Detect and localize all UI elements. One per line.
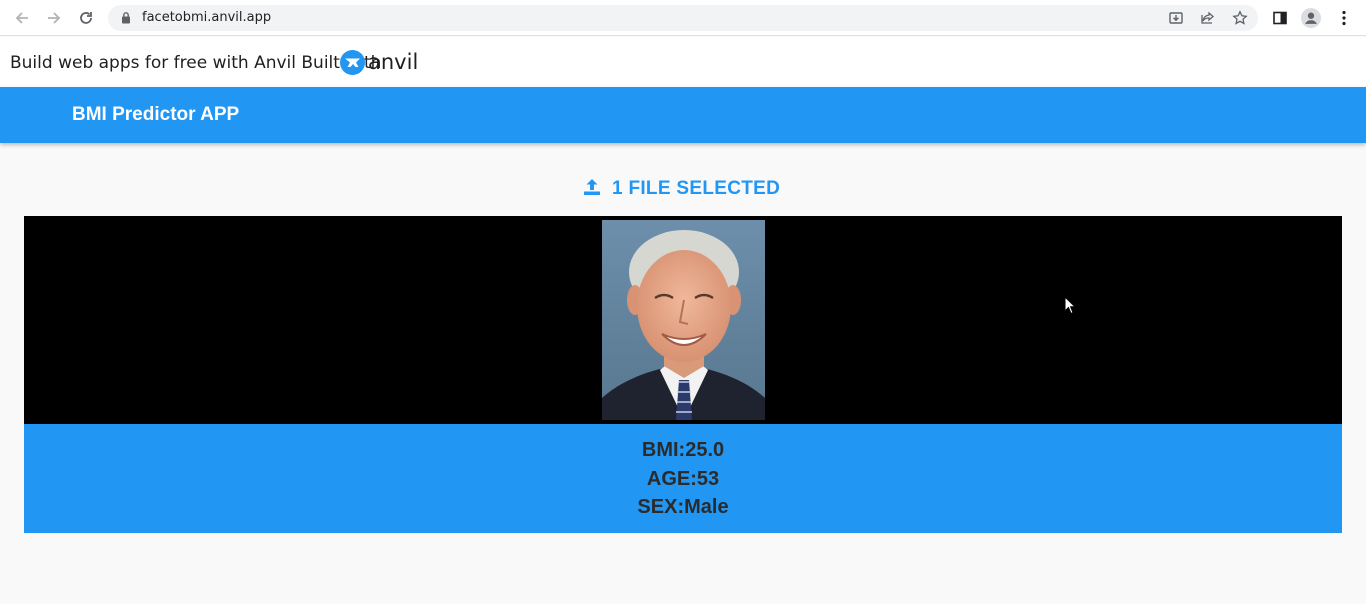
uploaded-face-photo [602,220,765,420]
browser-toolbar: facetobmi.anvil.app [0,0,1366,36]
app-title: BMI Predictor APP [72,104,240,125]
upload-label: 1 FILE SELECTED [612,178,781,199]
install-icon[interactable] [1168,10,1184,26]
url-text[interactable]: facetobmi.anvil.app [142,10,271,25]
share-icon[interactable] [1200,10,1216,26]
lock-icon[interactable] [121,11,131,29]
upload-icon [582,177,602,202]
anvil-banner[interactable]: Build web apps for free with Anvil Built… [0,37,1366,87]
profile-icon[interactable] [1301,8,1321,28]
reload-icon[interactable] [76,8,96,28]
anvil-logo-icon[interactable] [340,50,365,80]
back-arrow-icon[interactable] [12,8,32,28]
prediction-results: BMI:25.0 AGE:53 SEX:Male [24,424,1342,533]
side-panel-icon[interactable] [1270,8,1290,28]
star-icon[interactable] [1232,10,1248,26]
bmi-result: BMI:25.0 [641,439,725,461]
address-bar[interactable]: facetobmi.anvil.app [108,5,1258,31]
banner-text[interactable]: Build web apps for free with Anvil Built… [10,53,381,73]
forward-arrow-icon[interactable] [44,8,64,28]
file-upload-button[interactable]: 1 FILE SELECTED [582,176,780,202]
image-display [24,216,1342,424]
app-header: BMI Predictor APP [0,87,1366,143]
sex-result: SEX:Male [637,496,729,518]
age-result: AGE:53 [646,467,720,490]
anvil-logo-word[interactable]: anvil [368,50,418,74]
mouse-cursor-icon [1064,295,1077,320]
menu-kebab-icon[interactable] [1334,8,1354,28]
